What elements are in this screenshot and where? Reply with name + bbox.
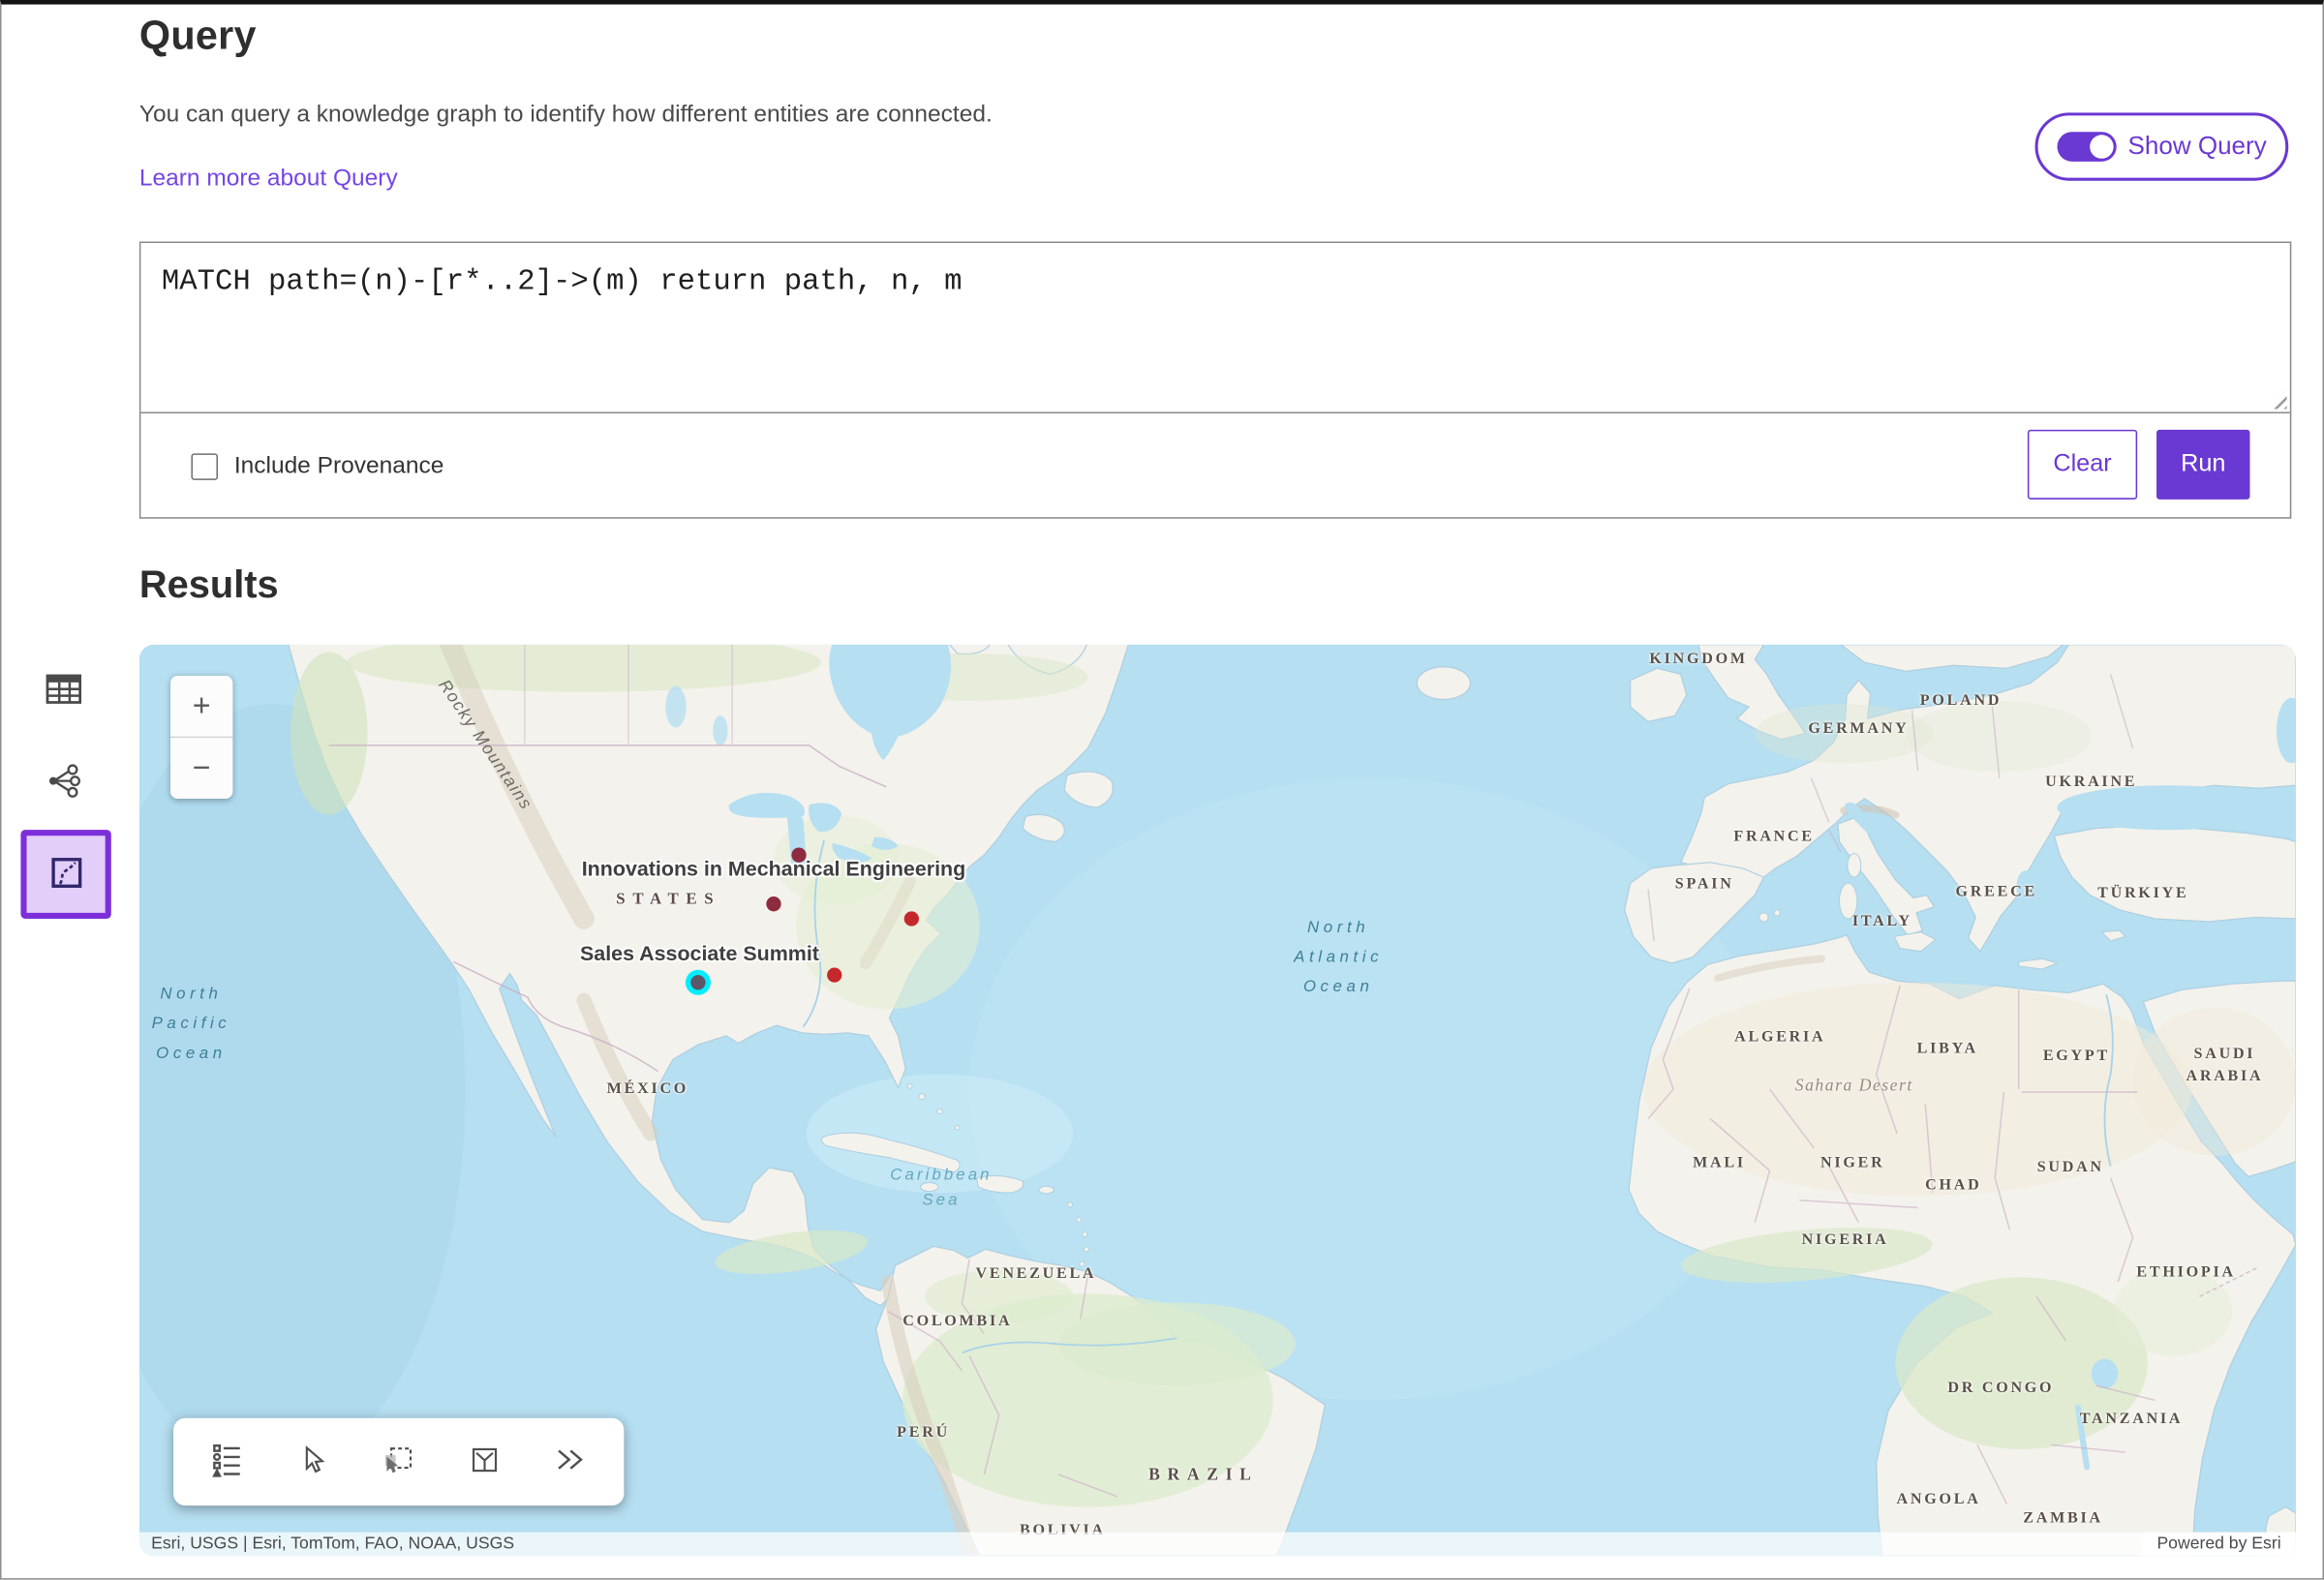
expand-toolbar-button[interactable]	[539, 1432, 598, 1491]
link-chart-view-button[interactable]	[31, 749, 96, 814]
query-text: MATCH path=(n)-[r*..2]->(m) return path,…	[162, 265, 963, 299]
double-chevron-icon	[553, 1446, 586, 1477]
select-polygon-button[interactable]	[454, 1432, 513, 1491]
table-icon	[46, 672, 82, 709]
pointer-icon	[298, 1444, 328, 1478]
page-description: You can query a knowledge graph to ident…	[139, 103, 993, 130]
map-point[interactable]	[766, 896, 780, 911]
query-input[interactable]: MATCH path=(n)-[r*..2]->(m) return path,…	[140, 243, 2289, 413]
powered-by-text: Powered by Esri	[2156, 1535, 2280, 1553]
map-point-selected[interactable]	[690, 975, 705, 989]
query-panel-footer: Include Provenance Clear Run	[140, 413, 2289, 519]
page-title: Query	[139, 14, 257, 59]
query-panel: MATCH path=(n)-[r*..2]->(m) return path,…	[139, 241, 2291, 518]
map-view-button[interactable]	[20, 830, 110, 919]
pointer-button[interactable]	[284, 1432, 343, 1491]
map-point[interactable]	[904, 911, 919, 926]
map-point[interactable]	[827, 967, 841, 982]
entity-label[interactable]: Innovations in Mechanical Engineering	[582, 857, 966, 880]
include-provenance-label: Include Provenance	[234, 453, 443, 480]
results-title: Results	[139, 562, 279, 607]
run-button[interactable]: Run	[2156, 430, 2249, 500]
legend-icon	[212, 1443, 243, 1481]
zoom-in-button[interactable]: +	[170, 676, 232, 737]
map-view[interactable]: KINGDOMPOLANDGERMANYUKRAINEFRANCEITALYSP…	[139, 645, 2296, 1556]
zoom-control: + −	[170, 676, 232, 799]
map-attribution: Esri, USGS | Esri, TomTom, FAO, NOAA, US…	[139, 1533, 2296, 1556]
include-provenance-option[interactable]: Include Provenance	[191, 413, 443, 519]
attribution-text: Esri, USGS | Esri, TomTom, FAO, NOAA, US…	[151, 1535, 514, 1553]
select-rectangle-button[interactable]	[369, 1432, 428, 1491]
zoom-out-button[interactable]: −	[170, 738, 232, 799]
legend-button[interactable]	[199, 1432, 258, 1491]
powered-by-esri: Powered by Esri	[2142, 1533, 2296, 1556]
show-query-toggle[interactable]: Show Query	[2035, 112, 2289, 180]
entity-label[interactable]: Sales Associate Summit	[580, 941, 819, 964]
resize-handle-icon[interactable]	[2268, 390, 2287, 410]
select-polygon-icon	[470, 1444, 500, 1478]
table-view-button[interactable]	[31, 658, 96, 723]
clear-button[interactable]: Clear	[2028, 430, 2137, 500]
show-query-label: Show Query	[2128, 132, 2267, 162]
map-point[interactable]	[791, 848, 806, 863]
learn-more-link[interactable]: Learn more about Query	[139, 166, 398, 193]
toggle-knob	[2090, 135, 2113, 158]
toggle-switch-icon[interactable]	[2057, 132, 2116, 162]
select-rectangle-icon	[383, 1444, 414, 1478]
link-chart-icon	[46, 762, 81, 802]
app-window: Query You can query a knowledge graph to…	[0, 0, 2324, 1580]
map-icon	[49, 856, 82, 893]
map-toolbar	[173, 1418, 624, 1505]
include-provenance-checkbox[interactable]	[191, 453, 218, 480]
